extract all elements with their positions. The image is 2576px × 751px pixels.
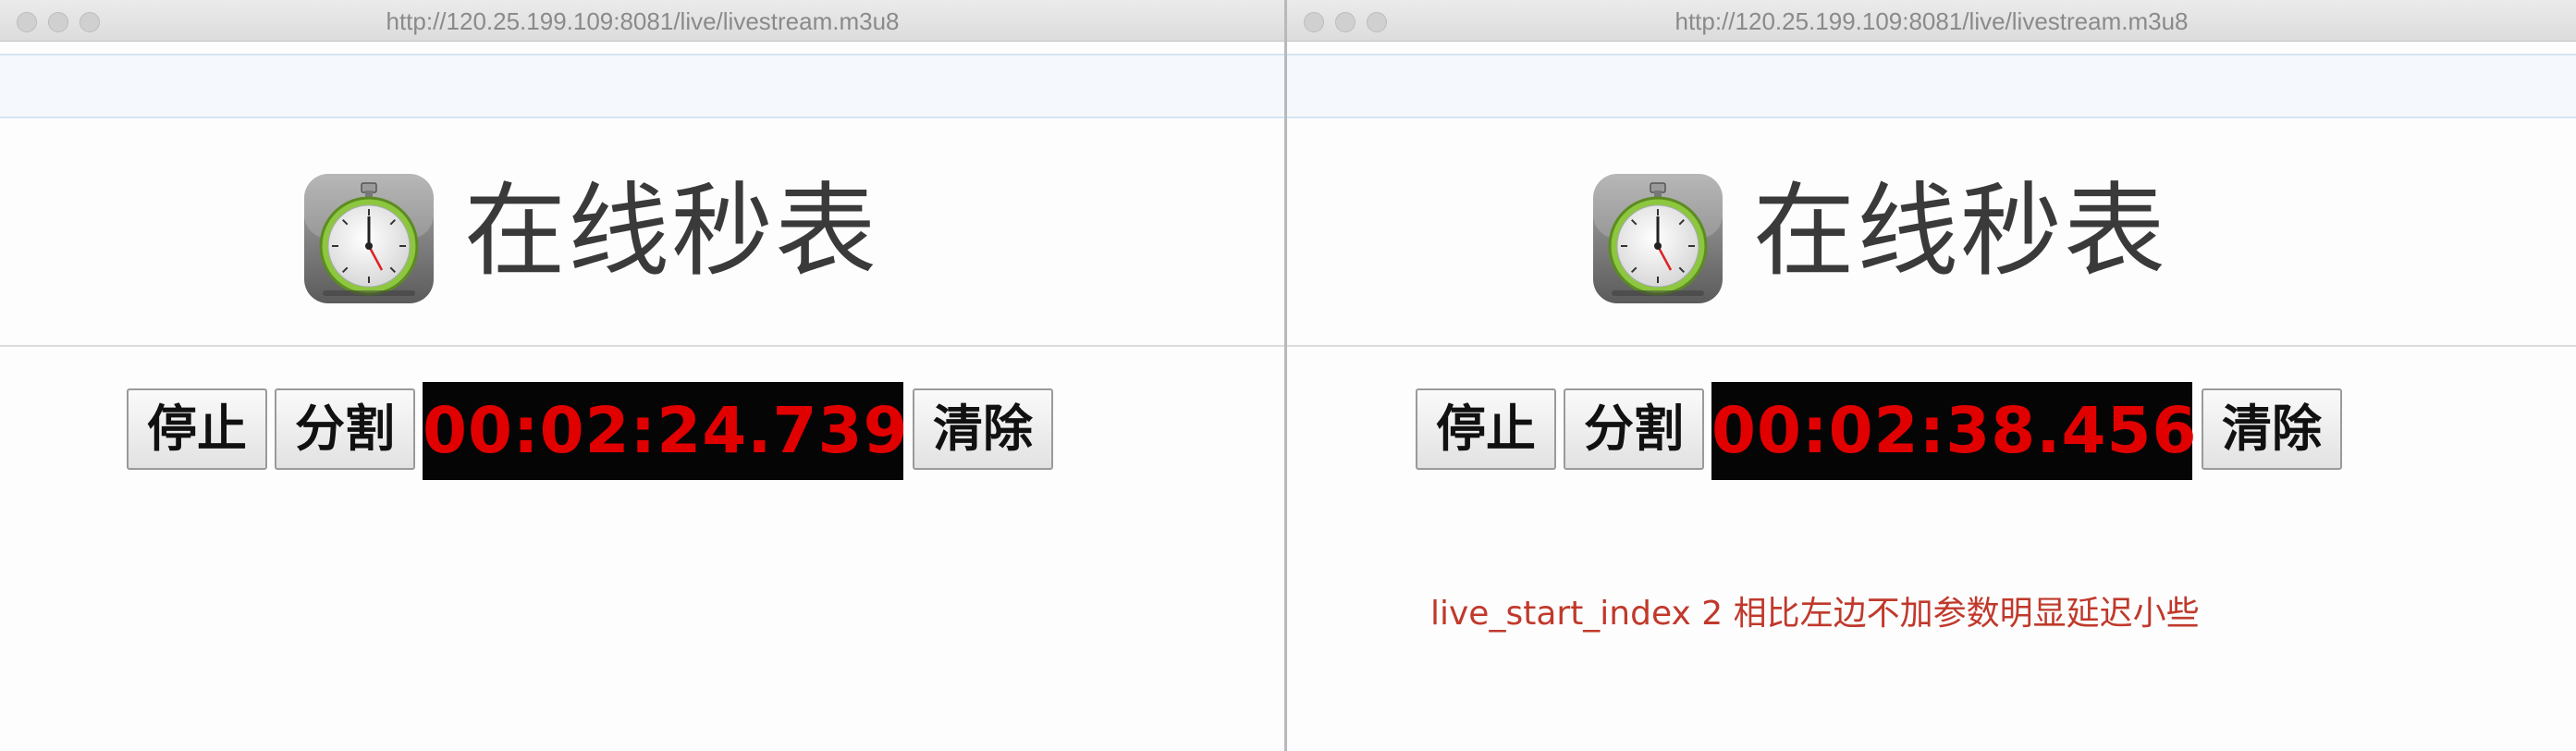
right-browser-window: http://120.25.199.109:8081/live/livestre…	[1287, 0, 2576, 751]
left-title-bar: http://120.25.199.109:8081/live/livestre…	[0, 0, 1285, 42]
divider-line	[0, 345, 1285, 347]
right-window-url: http://120.25.199.109:8081/live/livestre…	[1674, 7, 2189, 35]
page-title: 在线秒表	[464, 172, 878, 290]
stop-button[interactable]: 停止	[127, 388, 267, 470]
page-title: 在线秒表	[1753, 172, 2167, 290]
page-header-band	[0, 54, 1285, 118]
left-browser-window: http://120.25.199.109:8081/live/livestre…	[0, 0, 1285, 751]
clear-button[interactable]: 清除	[913, 388, 1053, 470]
split-button[interactable]: 分割	[1564, 388, 1704, 470]
stop-button[interactable]: 停止	[1416, 388, 1556, 470]
stopwatch-icon	[1591, 172, 1724, 305]
left-window-url: http://120.25.199.109:8081/live/livestre…	[386, 7, 900, 35]
split-button[interactable]: 分割	[275, 388, 415, 470]
clear-button[interactable]: 清除	[2202, 388, 2342, 470]
annotation-note: live_start_index 2 相比左边不加参数明显延迟小些	[1430, 595, 2200, 633]
page-header-band	[1287, 54, 2576, 118]
right-title-bar: http://120.25.199.109:8081/live/livestre…	[1287, 0, 2576, 42]
stopwatch-display: 00:02:24.739	[423, 382, 908, 480]
stopwatch-display: 00:02:38.456	[1711, 382, 2197, 480]
stopwatch-icon	[302, 172, 435, 305]
divider-line	[1287, 345, 2576, 347]
